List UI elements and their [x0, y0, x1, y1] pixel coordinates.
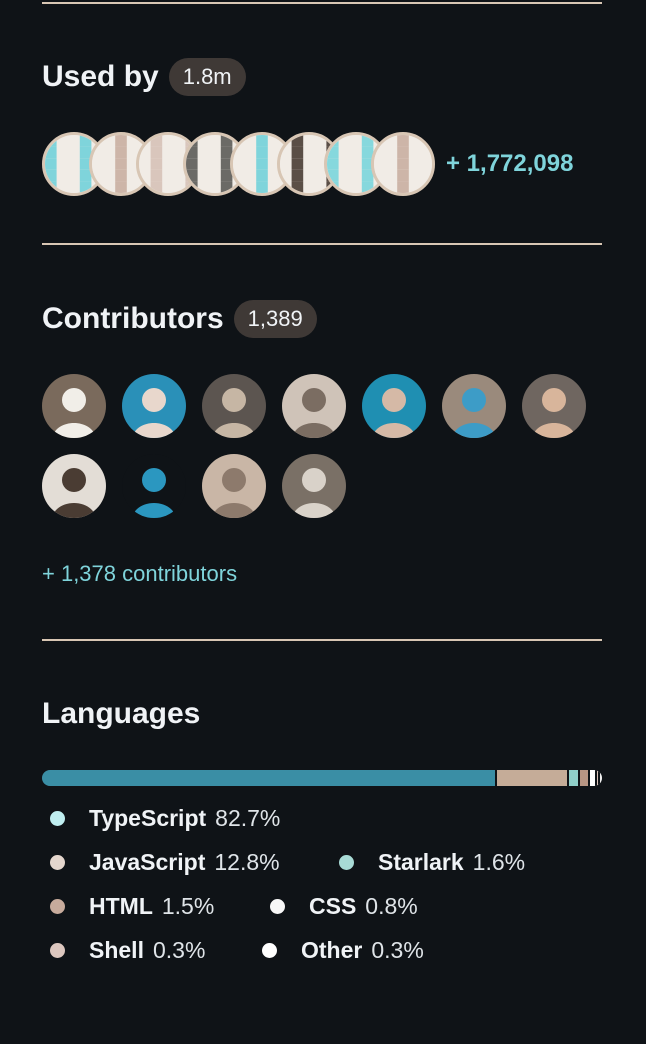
contributor-avatar[interactable]: [122, 374, 186, 438]
language-item[interactable]: Shell 0.3%: [50, 937, 205, 964]
language-item[interactable]: Starlark 1.6%: [339, 849, 525, 876]
language-item[interactable]: HTML 1.5%: [50, 893, 214, 920]
used-by-count-badge: 1.8m: [168, 58, 246, 96]
language-percent: 0.3%: [152, 937, 206, 963]
language-percent: 0.3%: [371, 937, 424, 963]
language-name: CSS: [309, 893, 357, 919]
languages-heading: Languages: [42, 697, 200, 731]
language-name: Starlark: [378, 849, 464, 875]
language-dot-icon: [270, 899, 285, 914]
language-name: Shell: [89, 937, 144, 963]
used-by-title: Used by: [42, 60, 159, 93]
contributor-avatar[interactable]: [42, 374, 106, 438]
language-dot-icon: [50, 899, 65, 914]
contributor-avatar[interactable]: [202, 374, 266, 438]
language-item[interactable]: Other 0.3%: [262, 937, 424, 964]
contributors-heading[interactable]: Contributors 1,389: [42, 300, 317, 338]
language-bar-segment: [567, 770, 579, 786]
language-bar-segment: [598, 770, 602, 786]
contributor-avatar[interactable]: [442, 374, 506, 438]
contributor-avatar[interactable]: [282, 454, 346, 518]
language-dot-icon: [339, 855, 354, 870]
language-percent: 1.6%: [472, 849, 526, 875]
language-dot-icon: [50, 943, 65, 958]
language-percent: 0.8%: [365, 893, 418, 919]
language-item[interactable]: TypeScript 82.7%: [50, 805, 280, 832]
language-dot-icon: [262, 943, 277, 958]
language-item[interactable]: JavaScript 12.8%: [50, 849, 280, 876]
used-by-avatar[interactable]: [371, 132, 435, 196]
languages-bar: [42, 770, 602, 786]
contributor-avatar[interactable]: [282, 374, 346, 438]
language-bar-segment: [578, 770, 589, 786]
language-dot-icon: [50, 811, 65, 826]
contributors-count-badge: 1,389: [233, 300, 317, 338]
contributor-avatar[interactable]: [202, 454, 266, 518]
used-by-heading[interactable]: Used by 1.8m: [42, 58, 246, 96]
contributor-avatar[interactable]: [522, 374, 586, 438]
language-bar-segment: [495, 770, 568, 786]
language-item[interactable]: CSS 0.8%: [270, 893, 418, 920]
contributors-title: Contributors: [42, 302, 224, 335]
language-name: Other: [301, 937, 363, 963]
languages-title: Languages: [42, 697, 201, 730]
contributors-divider: [42, 639, 602, 641]
language-name: JavaScript: [89, 849, 206, 875]
contributor-avatar[interactable]: [42, 454, 106, 518]
used-by-divider: [42, 243, 602, 245]
language-percent: 1.5%: [161, 893, 215, 919]
language-name: HTML: [89, 893, 153, 919]
top-divider: [42, 2, 602, 4]
language-percent: 12.8%: [214, 849, 280, 875]
language-dot-icon: [50, 855, 65, 870]
used-by-more-link[interactable]: + 1,772,098: [446, 150, 573, 178]
language-percent: 82.7%: [215, 805, 281, 831]
language-name: TypeScript: [89, 805, 207, 831]
contributors-more-link[interactable]: + 1,378 contributors: [42, 561, 237, 587]
contributor-avatar[interactable]: [362, 374, 426, 438]
contributor-avatar[interactable]: [122, 454, 186, 518]
language-bar-segment: [42, 770, 496, 786]
